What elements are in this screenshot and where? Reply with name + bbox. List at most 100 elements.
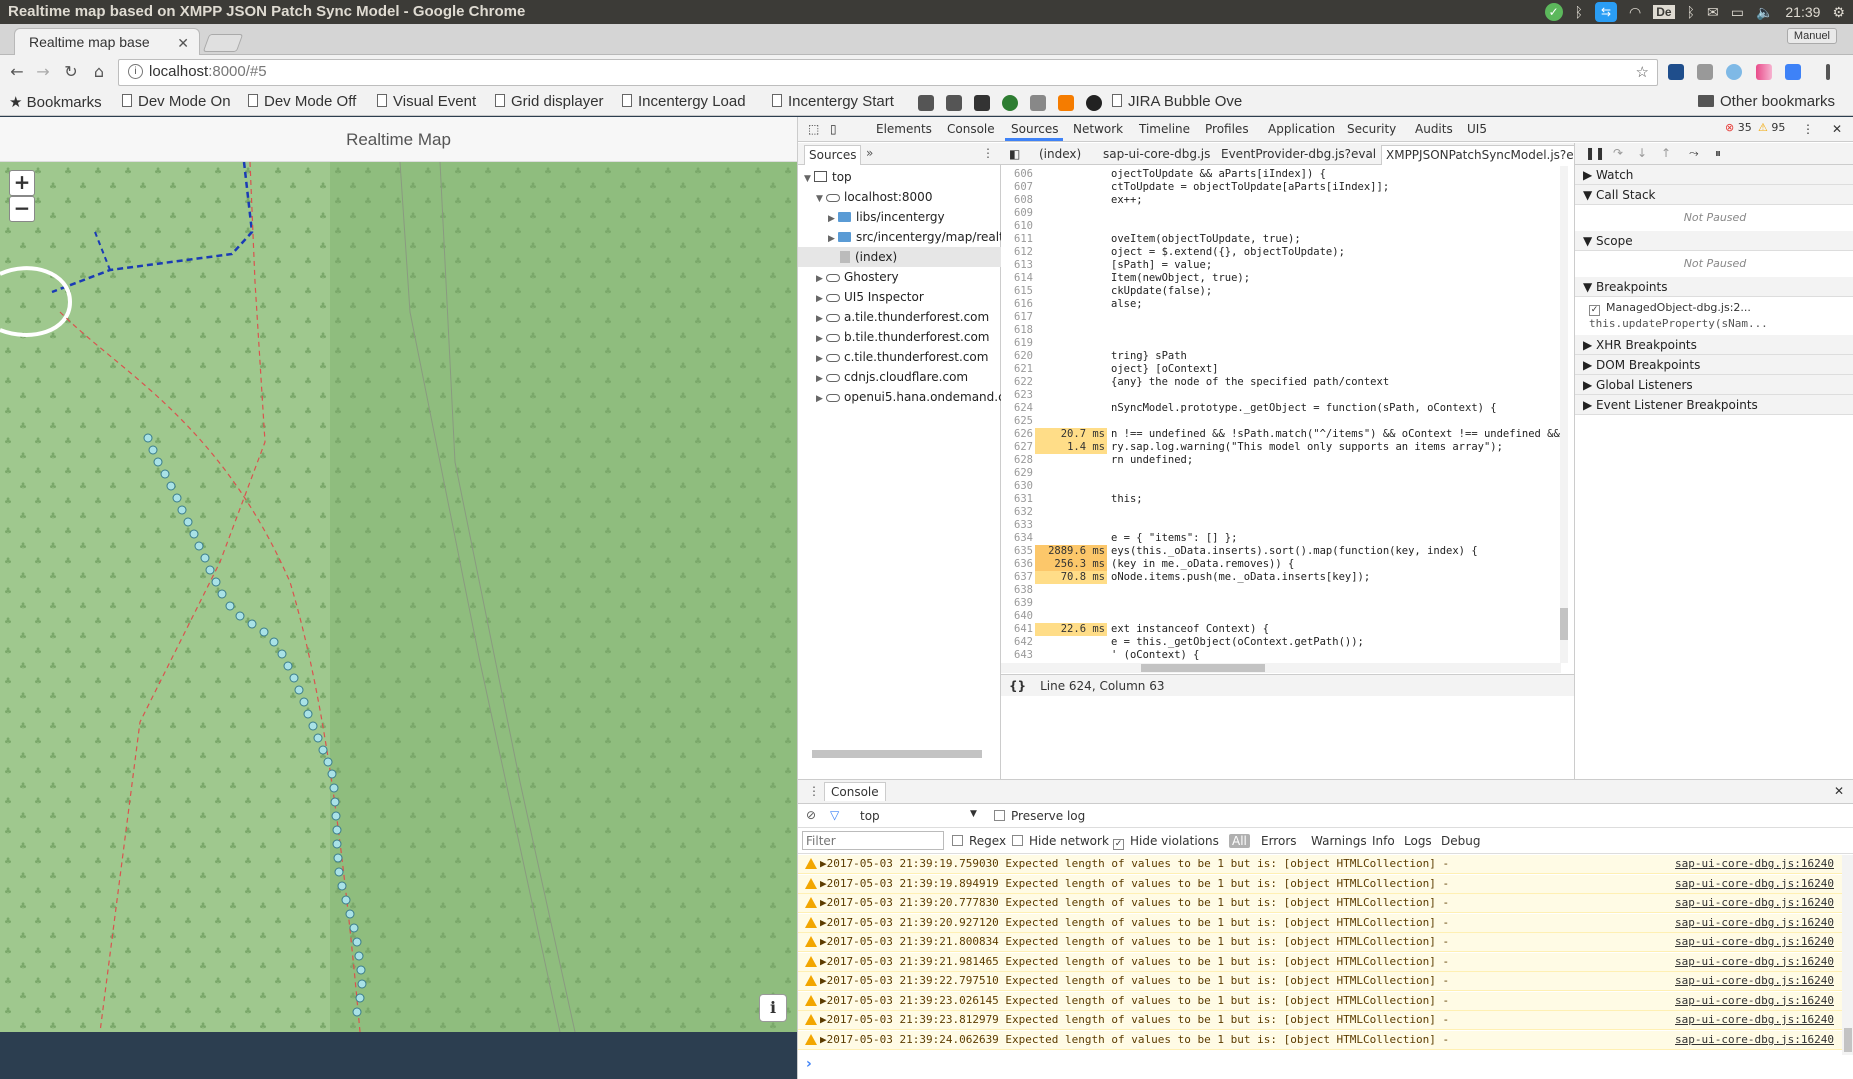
console-v-scroll-thumb[interactable] (1844, 1028, 1852, 1052)
hide-violations-toggle[interactable]: ✓ Hide violations (1113, 834, 1219, 850)
zoom-in-button[interactable]: + (9, 170, 35, 196)
console-message-source-link[interactable]: sap-ui-core-dbg.js:16240 (1675, 992, 1834, 1010)
line-number[interactable]: 633 (1001, 519, 1033, 532)
watch-section[interactable]: ▶ Watch (1575, 165, 1853, 185)
line-number[interactable]: 613 (1001, 259, 1033, 272)
tree-item-libs-incentergy[interactable]: ▶ libs/incentergy (828, 207, 945, 227)
navigator-tab-sources[interactable]: Sources (804, 145, 862, 165)
bookmark-grid-displayer[interactable]: Grid displayer (495, 93, 604, 110)
console-message[interactable]: ▶2017-05-03 21:39:20.777830 Expected len… (798, 894, 1842, 913)
console-message[interactable]: ▶2017-05-03 21:39:21.981465 Expected len… (798, 952, 1842, 972)
bluetooth-icon[interactable]: ᛒ (1575, 4, 1583, 20)
line-number[interactable]: 638 (1001, 584, 1033, 597)
tab-network[interactable]: Network (1073, 122, 1123, 136)
console-message-text[interactable]: ▶2017-05-03 21:39:23.026145 Expected len… (820, 992, 1449, 1010)
bookmark-shield-icon[interactable] (1058, 95, 1074, 111)
console-message-text[interactable]: ▶2017-05-03 21:39:20.927120 Expected len… (820, 914, 1449, 932)
hide-network-checkbox[interactable] (1012, 835, 1023, 846)
code-line[interactable]: 610 (1001, 220, 1561, 233)
console-drawer-tab[interactable]: Console (824, 782, 886, 801)
code-line[interactable]: 639 (1001, 597, 1561, 610)
code-line[interactable]: 624 nSyncModel.prototype._getObject = fun… (1001, 402, 1561, 415)
code-line[interactable]: 613 [sPath] = value; (1001, 259, 1561, 272)
pause-icon[interactable]: ❚❚ (1585, 146, 1605, 160)
code-line[interactable]: 611 oveItem(objectToUpdate, true); (1001, 233, 1561, 246)
keyboard-layout-indicator[interactable]: De (1653, 5, 1675, 19)
tree-item-cdnjs[interactable]: ▶ cdnjs.cloudflare.com (816, 367, 968, 387)
line-number[interactable]: 606 (1001, 168, 1033, 181)
line-number[interactable]: 623 (1001, 389, 1033, 402)
console-message[interactable]: ▶2017-05-03 21:39:22.797510 Expected len… (798, 972, 1842, 991)
extension-badge-icon[interactable] (1785, 64, 1801, 80)
browser-tab-active[interactable]: Realtime map base ✕ (14, 28, 200, 55)
console-message-text[interactable]: ▶2017-05-03 21:39:22.797510 Expected len… (820, 972, 1449, 990)
camera-icon[interactable] (1697, 64, 1713, 80)
code-line[interactable]: 630 (1001, 480, 1561, 493)
console-message-source-link[interactable]: sap-ui-core-dbg.js:16240 (1675, 875, 1834, 893)
dom-breakpoints-section[interactable]: ▶ DOM Breakpoints (1575, 355, 1853, 375)
tree-item-src-incentergy[interactable]: ▶ src/incentergy/map/realti (828, 227, 1007, 247)
filter-icon[interactable]: ▽ (830, 808, 839, 822)
home-icon[interactable]: ⌂ (88, 61, 110, 83)
other-bookmarks[interactable]: Other bookmarks (1698, 93, 1835, 110)
tree-item-a-tile[interactable]: ▶ a.tile.thunderforest.com (816, 307, 989, 327)
code-line[interactable]: 621 oject} [oContext] (1001, 363, 1561, 376)
editor-tab-sap-ui-core[interactable]: sap-ui-core-dbg.js (1103, 147, 1210, 161)
tree-item-localhost[interactable]: ▼ localhost:8000 (816, 187, 932, 207)
editor-v-scroll-thumb[interactable] (1560, 608, 1568, 640)
console-message-text[interactable]: ▶2017-05-03 21:39:24.062639 Expected len… (820, 1031, 1449, 1049)
clear-console-icon[interactable]: ⊘ (806, 808, 816, 822)
step-out-icon[interactable]: ↑ (1661, 146, 1671, 160)
console-message[interactable]: ▶2017-05-03 21:39:23.812979 Expected len… (798, 1011, 1842, 1030)
line-number[interactable]: 639 (1001, 597, 1033, 610)
tree-item-openui5[interactable]: ▶ openui5.hana.ondemand.cor (816, 387, 1001, 407)
tree-item-b-tile[interactable]: ▶ b.tile.thunderforest.com (816, 327, 989, 347)
code-line[interactable]: 634 e = { "items": [] }; (1001, 532, 1561, 545)
line-number[interactable]: 615 (1001, 285, 1033, 298)
tab-application[interactable]: Application (1268, 122, 1335, 136)
code-line[interactable]: 614 Item(newObject, true); (1001, 272, 1561, 285)
reload-icon[interactable]: ↻ (60, 61, 82, 83)
line-number[interactable]: 617 (1001, 311, 1033, 324)
line-number[interactable]: 614 (1001, 272, 1033, 285)
tab-elements[interactable]: Elements (876, 122, 932, 136)
device-mode-icon[interactable]: ▯ (830, 122, 837, 136)
code-line[interactable]: 615 ckUpdate(false); (1001, 285, 1561, 298)
console-message-source-link[interactable]: sap-ui-core-dbg.js:16240 (1675, 894, 1834, 912)
clock[interactable]: 21:39 (1785, 4, 1820, 20)
code-line[interactable]: 622 {any} the node of the specified path/… (1001, 376, 1561, 389)
bookmark-code-icon[interactable] (1030, 95, 1046, 111)
step-into-icon[interactable]: ↓ (1637, 146, 1647, 160)
line-number[interactable]: 616 (1001, 298, 1033, 311)
close-tab-icon[interactable]: ✕ (177, 35, 189, 52)
code-line[interactable]: 619 (1001, 337, 1561, 350)
tree-item-index[interactable]: (index) (798, 247, 1001, 267)
line-number[interactable]: 611 (1001, 233, 1033, 246)
code-line[interactable]: 618 (1001, 324, 1561, 337)
regex-toggle[interactable]: Regex (952, 834, 1006, 848)
editor-tab-eventprovider[interactable]: EventProvider-dbg.js?eval (1221, 147, 1376, 161)
code-line[interactable]: 608 ex++; (1001, 194, 1561, 207)
line-number[interactable]: 643 (1001, 649, 1033, 662)
line-number[interactable]: 641 (1001, 623, 1033, 636)
code-line[interactable]: 607 ctToUpdate = objectToUpdate[aParts[iI… (1001, 181, 1561, 194)
battery-icon[interactable]: ▭ (1731, 4, 1744, 21)
line-number[interactable]: 621 (1001, 363, 1033, 376)
bookmark-icon[interactable] (974, 95, 990, 111)
tab-console[interactable]: Console (947, 122, 995, 136)
pretty-print-icon[interactable]: {} (1009, 679, 1026, 693)
bookmark-incentergy-start[interactable]: Incentergy Start (772, 93, 894, 110)
error-counter[interactable]: ⊗ 35 (1725, 121, 1752, 134)
line-number[interactable]: 628 (1001, 454, 1033, 467)
code-line[interactable]: 631 this; (1001, 493, 1561, 506)
console-message-source-link[interactable]: sap-ui-core-dbg.js:16240 (1675, 1031, 1834, 1049)
console-message[interactable]: ▶2017-05-03 21:39:20.927120 Expected len… (798, 913, 1842, 933)
code-line[interactable]: 642 e = this._getObject(oContext.getPath(… (1001, 636, 1561, 649)
deactivate-breakpoints-icon[interactable]: ⤳ (1689, 146, 1699, 161)
warning-counter[interactable]: ⚠ 95 (1758, 121, 1785, 134)
code-line[interactable]: 627 1.4 ms ry.sap.log.warning("This model … (1001, 441, 1561, 454)
console-message-source-link[interactable]: sap-ui-core-dbg.js:16240 (1675, 933, 1834, 951)
console-message-text[interactable]: ▶2017-05-03 21:39:20.777830 Expected len… (820, 894, 1449, 912)
level-info[interactable]: Info (1372, 834, 1395, 848)
line-number[interactable]: 642 (1001, 636, 1033, 649)
